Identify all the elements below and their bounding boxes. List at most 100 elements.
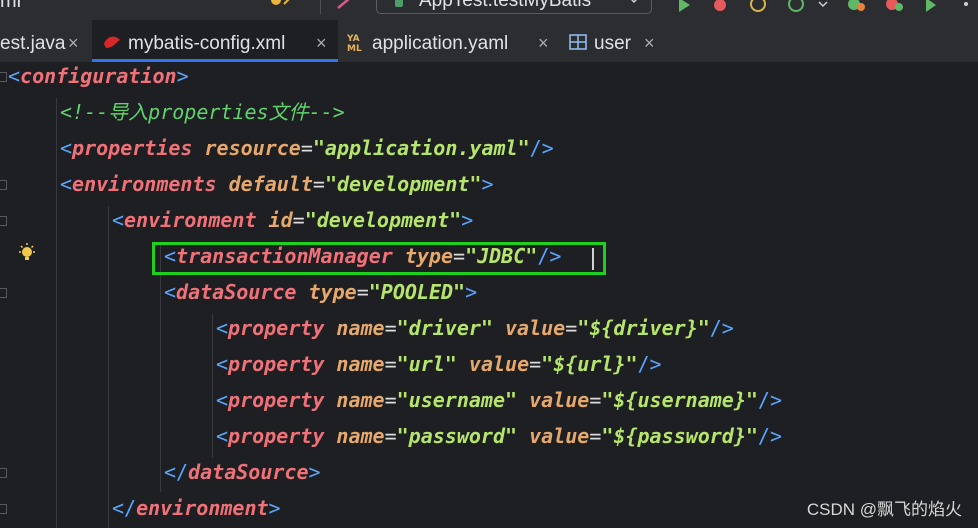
attribute-value: "development" — [324, 172, 482, 196]
tag-bracket: < — [112, 208, 125, 232]
tag-name: property — [228, 316, 325, 340]
attribute-name: name — [336, 424, 385, 448]
code-line: <property name="url" value="${url}"/> — [216, 346, 662, 382]
run-configuration-selector[interactable]: AppTest.testMyBatis — [376, 0, 652, 14]
code-line: <properties resource="application.yaml"/… — [60, 130, 554, 166]
code-line: <property name="driver" value="${driver}… — [216, 310, 734, 346]
attribute-value: "application.yaml" — [312, 136, 530, 160]
attribute-value: "POOLED" — [368, 280, 466, 304]
tab-application-yaml[interactable]: YA ML application.yaml × — [342, 20, 558, 62]
code-line: </dataSource> — [164, 454, 321, 490]
tab-apptest-java[interactable]: est.java × — [0, 20, 90, 62]
fold-marker[interactable] — [0, 468, 7, 478]
equals-sign: = — [292, 208, 305, 232]
tag-bracket: /> — [757, 424, 783, 448]
equals-sign: = — [312, 172, 325, 196]
attribute-value: "${password}" — [601, 424, 758, 448]
indent-guide — [160, 242, 161, 492]
equals-sign: = — [589, 388, 602, 412]
equals-sign: = — [384, 352, 397, 376]
equals-sign: = — [384, 424, 397, 448]
tag-name: environments — [72, 172, 217, 196]
more-actions-icon[interactable] — [956, 0, 976, 12]
equals-sign: = — [589, 424, 602, 448]
tag-name: dataSource — [176, 280, 297, 304]
attribute-value: "${username}" — [601, 388, 758, 412]
toolbar-separator — [320, 0, 321, 14]
close-icon[interactable]: × — [316, 33, 327, 54]
lightbulb-icon[interactable] — [16, 242, 38, 264]
tab-mybatis-config-xml[interactable]: mybatis-config.xml × — [92, 20, 338, 62]
tag-bracket: > — [176, 64, 189, 88]
tag-bracket: /> — [529, 136, 554, 160]
attribute-name: type — [308, 280, 357, 304]
fold-marker[interactable] — [0, 180, 7, 190]
tab-label: est.java — [0, 33, 66, 54]
tag-name: property — [228, 424, 325, 448]
attribute-value: "username" — [396, 388, 518, 412]
yaml-file-icon: YA ML — [346, 34, 362, 52]
tag-bracket: < — [216, 388, 229, 412]
editor-tabs: est.java × mybatis-config.xml × YA ML ap… — [0, 20, 978, 63]
tab-label: user — [594, 33, 631, 54]
tag-name: dataSource — [188, 460, 309, 484]
attribute-name: name — [336, 352, 385, 376]
run-configuration-label: AppTest.testMyBatis — [419, 0, 592, 11]
fold-marker[interactable] — [0, 288, 7, 298]
tag-bracket: < — [8, 64, 21, 88]
coverage-icon[interactable] — [748, 0, 768, 12]
code-line: <environment id="development"> — [112, 202, 473, 238]
debug-icon[interactable] — [710, 0, 730, 12]
code-line: <configuration> — [8, 58, 189, 94]
code-line: </environment> — [112, 490, 281, 526]
watermark: CSDN @飘飞的焰火 — [806, 500, 962, 519]
tab-user-table[interactable]: user × — [564, 20, 664, 62]
mybatis-bird-icon — [104, 36, 120, 48]
fold-marker[interactable] — [0, 72, 7, 82]
equals-sign: = — [384, 388, 397, 412]
fold-marker[interactable] — [0, 216, 7, 226]
run-icon[interactable] — [674, 0, 694, 12]
close-icon[interactable]: × — [68, 33, 79, 54]
code-editor[interactable]: <configuration> <!--导入properties文件--> <p… — [0, 62, 978, 528]
tag-bracket: < — [60, 172, 73, 196]
attribute-value: "${driver}" — [577, 316, 710, 340]
build-hammer-icon[interactable] — [336, 0, 356, 10]
attribute-name: name — [336, 388, 385, 412]
run-with-coverage-icon[interactable] — [846, 0, 866, 12]
tag-name: properties — [72, 136, 193, 160]
code-line: <property name="password" value="${passw… — [216, 418, 782, 454]
xml-comment: <!--导入properties文件--> — [60, 100, 345, 124]
attribute-value: "driver" — [396, 316, 493, 340]
main-toolbar: mi AppTest.testMyBatis — [0, 0, 978, 20]
tag-name: configuration — [20, 64, 177, 88]
chevron-down-icon — [630, 0, 638, 4]
attribute-value: "development" — [304, 208, 462, 232]
debug-attach-icon[interactable] — [884, 0, 904, 12]
vcs-user-icon[interactable] — [268, 0, 290, 10]
attribute-name: id — [268, 208, 293, 232]
run-anything-icon[interactable] — [922, 0, 942, 12]
indent-guide — [212, 314, 213, 458]
svg-text:YA: YA — [346, 34, 360, 44]
attribute-name: value — [505, 316, 566, 340]
table-icon — [569, 34, 587, 50]
tag-name: environment — [124, 208, 257, 232]
project-name[interactable]: mi — [0, 0, 21, 13]
code-line: <!--导入properties文件--> — [60, 94, 345, 130]
attribute-name: default — [228, 172, 313, 196]
tab-label: application.yaml — [372, 33, 509, 54]
profiler-icon[interactable] — [786, 0, 806, 12]
equals-sign: = — [300, 136, 313, 160]
tab-label: mybatis-config.xml — [128, 33, 286, 54]
fold-marker[interactable] — [0, 504, 7, 514]
code-line: <dataSource type="POOLED"> — [164, 274, 477, 310]
text-cursor — [592, 248, 594, 270]
close-icon[interactable]: × — [644, 33, 655, 54]
tag-bracket: /> — [757, 388, 783, 412]
svg-text:ML: ML — [347, 44, 362, 52]
attribute-name: resource — [204, 136, 301, 160]
attribute-name: value — [468, 352, 530, 376]
close-icon[interactable]: × — [538, 33, 549, 54]
more-run-options-icon[interactable] — [816, 0, 830, 12]
